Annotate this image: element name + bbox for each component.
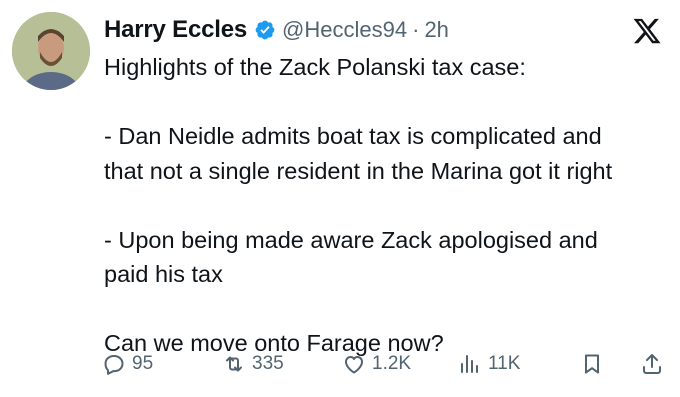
views-count: 11K xyxy=(488,353,521,374)
like-button[interactable]: 1.2K xyxy=(342,352,411,376)
repost-icon xyxy=(226,356,242,372)
heart-icon xyxy=(345,356,363,374)
tweet-line-intro: Highlights of the Zack Polanski tax case… xyxy=(104,54,526,80)
tweet-line-point-1: - Dan Neidle admits boat tax is complica… xyxy=(104,123,613,184)
tweet-text: Highlights of the Zack Polanski tax case… xyxy=(104,50,670,361)
reply-button[interactable]: 95 xyxy=(102,352,153,376)
author-name[interactable]: Harry Eccles xyxy=(104,16,247,44)
analytics-icon xyxy=(461,355,478,373)
reply-icon xyxy=(104,355,124,375)
x-logo-icon[interactable] xyxy=(632,16,662,46)
share-button[interactable] xyxy=(640,352,670,376)
bookmark-button[interactable] xyxy=(580,352,610,376)
reply-count: 95 xyxy=(132,353,154,374)
author-handle[interactable]: @Heccles94 xyxy=(282,17,407,43)
separator-dot: · xyxy=(412,17,420,42)
timestamp[interactable]: 2h xyxy=(424,17,448,43)
views-button[interactable]: 11K xyxy=(458,352,520,376)
avatar[interactable] xyxy=(12,12,90,90)
action-bar: 95 335 1.2K 11K xyxy=(102,352,668,384)
bookmark-icon xyxy=(585,354,599,374)
share-icon xyxy=(643,354,661,374)
verified-badge-icon[interactable] xyxy=(254,19,276,41)
repost-button[interactable]: 335 xyxy=(222,352,284,376)
like-count: 1.2K xyxy=(372,353,412,374)
tweet-header: Harry Eccles @Heccles94 · 2h xyxy=(104,16,449,44)
tweet-line-point-2: - Upon being made aware Zack apologised … xyxy=(104,226,598,288)
avatar-image xyxy=(12,12,90,90)
repost-count: 335 xyxy=(252,353,284,374)
